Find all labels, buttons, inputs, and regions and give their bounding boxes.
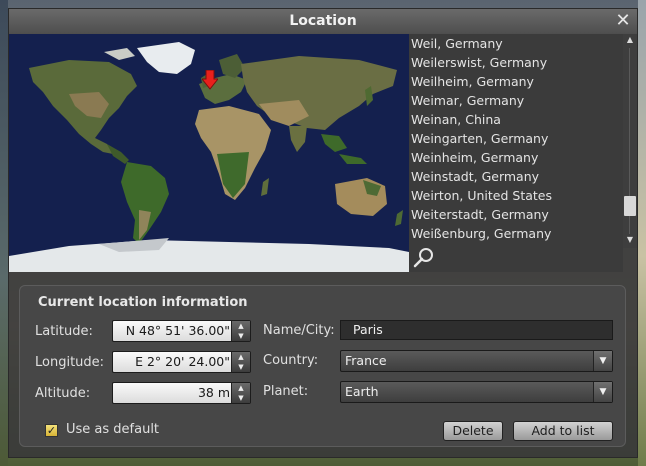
longitude-label: Longitude: xyxy=(35,355,105,370)
list-item[interactable]: Weißenburg, Germany xyxy=(409,224,623,243)
longitude-value: E 2° 20' 24.00" xyxy=(135,354,230,369)
chevron-down-icon[interactable]: ▼ xyxy=(593,351,612,371)
desktop-background-left xyxy=(0,0,8,466)
list-item[interactable]: Weilheim, Germany xyxy=(409,72,623,91)
delete-button[interactable]: Delete xyxy=(443,421,503,441)
latitude-label: Latitude: xyxy=(35,324,93,339)
search-icon[interactable] xyxy=(413,246,435,268)
city-list-items: Weil, Germany Weilerswist, Germany Weilh… xyxy=(409,34,623,243)
world-map[interactable] xyxy=(9,34,409,272)
desktop-background-right xyxy=(638,0,646,466)
list-item[interactable]: Weil, Germany xyxy=(409,34,623,53)
location-marker-icon xyxy=(202,70,218,90)
scroll-down-icon[interactable]: ▼ xyxy=(623,234,637,246)
list-item[interactable]: Weirton, United States xyxy=(409,186,623,205)
city-list-scrollbar[interactable]: ▲ ▼ xyxy=(623,34,637,248)
location-info-panel: Current location information Latitude: N… xyxy=(19,285,626,447)
chevron-up-icon[interactable]: ▲ xyxy=(232,383,250,393)
latitude-spinbox[interactable]: N 48° 51' 36.00" ▲ ▼ xyxy=(112,320,251,342)
scroll-up-icon[interactable]: ▲ xyxy=(623,34,637,46)
add-to-list-button[interactable]: Add to list xyxy=(513,421,613,441)
altitude-value: 38 m xyxy=(197,385,230,400)
location-window: Location ✕ Weil, Germany Weilerswist, Ge… xyxy=(8,8,638,458)
close-icon[interactable]: ✕ xyxy=(613,11,633,31)
name-city-label: Name/City: xyxy=(263,323,335,338)
name-city-field[interactable]: Paris xyxy=(340,320,613,340)
planet-label: Planet: xyxy=(263,384,309,399)
longitude-stepper[interactable]: ▲ ▼ xyxy=(231,352,250,372)
longitude-spinbox[interactable]: E 2° 20' 24.00" ▲ ▼ xyxy=(112,351,251,373)
city-list[interactable]: Weil, Germany Weilerswist, Germany Weilh… xyxy=(409,34,623,272)
title-bar: Location ✕ xyxy=(9,9,637,35)
latitude-stepper[interactable]: ▲ ▼ xyxy=(231,321,250,341)
list-item[interactable]: Weinheim, Germany xyxy=(409,148,623,167)
planet-select[interactable]: Earth ▼ xyxy=(340,381,613,403)
scroll-thumb[interactable] xyxy=(624,196,636,216)
list-item[interactable]: Weinan, China xyxy=(409,110,623,129)
country-select[interactable]: France ▼ xyxy=(340,350,613,372)
list-item[interactable]: Weilerswist, Germany xyxy=(409,53,623,72)
use-as-default-checkbox[interactable]: ✓ xyxy=(45,424,58,437)
chevron-up-icon[interactable]: ▲ xyxy=(232,321,250,331)
chevron-up-icon[interactable]: ▲ xyxy=(232,352,250,362)
chevron-down-icon[interactable]: ▼ xyxy=(232,393,250,403)
country-label: Country: xyxy=(263,353,319,368)
window-title: Location xyxy=(289,13,357,29)
chevron-down-icon[interactable]: ▼ xyxy=(593,382,612,402)
latitude-value: N 48° 51' 36.00" xyxy=(125,323,230,338)
use-as-default-label: Use as default xyxy=(66,422,160,437)
chevron-down-icon[interactable]: ▼ xyxy=(232,362,250,372)
altitude-spinbox[interactable]: 38 m ▲ ▼ xyxy=(112,382,251,404)
country-value: France xyxy=(345,353,387,368)
panel-title: Current location information xyxy=(38,295,248,310)
altitude-label: Altitude: xyxy=(35,386,91,401)
list-item[interactable]: Weimar, Germany xyxy=(409,91,623,110)
list-item[interactable]: Weingarten, Germany xyxy=(409,129,623,148)
planet-value: Earth xyxy=(345,384,379,399)
altitude-stepper[interactable]: ▲ ▼ xyxy=(231,383,250,403)
list-item[interactable]: Weinstadt, Germany xyxy=(409,167,623,186)
chevron-down-icon[interactable]: ▼ xyxy=(232,331,250,341)
list-item[interactable]: Weiterstadt, Germany xyxy=(409,205,623,224)
